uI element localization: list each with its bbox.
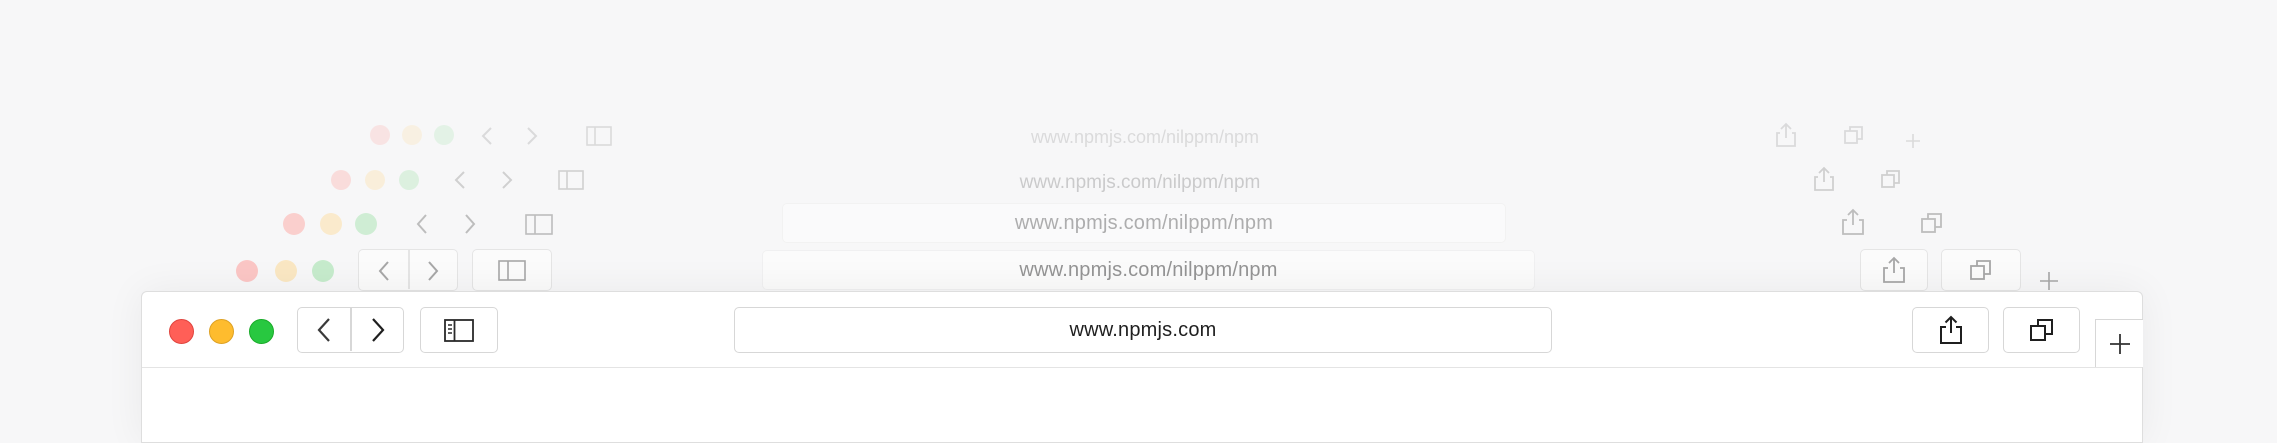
browser-window: www.npmjs.com xyxy=(141,291,2143,443)
zoom-button[interactable] xyxy=(249,319,274,344)
minimize-button[interactable] xyxy=(209,319,234,344)
tabs-overview-icon xyxy=(1844,126,1863,144)
zoom-dot xyxy=(355,213,377,235)
tabs-overview-button xyxy=(1941,249,2021,291)
address-text: www.npmjs.com/nilppm/npm xyxy=(1030,127,1260,147)
close-dot xyxy=(283,213,305,235)
minimize-dot xyxy=(275,260,297,282)
sidebar-icon xyxy=(444,318,474,342)
minimize-dot xyxy=(320,213,342,235)
chevron-left-icon xyxy=(416,214,427,234)
address-text: www.npmjs.com/nilppm/npm xyxy=(1019,172,1261,193)
plus-icon xyxy=(2040,272,2058,290)
share-icon xyxy=(1776,122,1796,147)
browser-toolbar: www.npmjs.com xyxy=(142,292,2142,368)
share-icon xyxy=(1814,166,1834,191)
forward-button[interactable] xyxy=(352,308,403,351)
address-bar: www.npmjs.com/nilppm/npm xyxy=(782,203,1506,243)
tabs-overview-icon xyxy=(1921,213,1942,233)
plus-icon xyxy=(1906,134,1920,148)
address-bar: www.npmjs.com/nilppm/npm xyxy=(762,250,1535,290)
back-forward-buttons xyxy=(358,249,458,291)
tabs-overview-icon xyxy=(2029,319,2053,341)
share-button[interactable] xyxy=(1912,307,1989,353)
sidebar-button xyxy=(472,249,552,291)
address-text: www.npmjs.com xyxy=(1069,318,1217,341)
plus-icon xyxy=(2109,333,2130,354)
zoom-dot xyxy=(312,260,334,282)
address-text: www.npmjs.com/nilppm/npm xyxy=(1014,211,1274,234)
stacked-window-ghost-3: www.npmjs.com/nilppm/npm xyxy=(260,200,2020,250)
chevron-right-icon xyxy=(465,214,476,234)
address-text: www.npmjs.com/nilppm/npm xyxy=(1019,258,1278,281)
sidebar-button[interactable] xyxy=(420,307,498,353)
address-bar[interactable]: www.npmjs.com xyxy=(734,307,1552,353)
share-icon xyxy=(1939,315,1962,344)
back-forward-buttons xyxy=(297,307,404,353)
chevron-left-icon xyxy=(378,261,389,281)
close-dot xyxy=(236,260,258,282)
tabs-overview-icon xyxy=(1970,260,1991,280)
sidebar-icon xyxy=(498,259,526,281)
tabs-overview-button[interactable] xyxy=(2003,307,2080,353)
back-button[interactable] xyxy=(298,308,350,351)
chevron-right-icon xyxy=(371,317,384,342)
chevron-left-icon xyxy=(317,317,330,342)
close-button[interactable] xyxy=(169,319,194,344)
tabs-overview-icon xyxy=(1881,170,1900,188)
chevron-right-icon xyxy=(428,261,439,281)
share-button xyxy=(1860,249,1928,291)
new-tab-button[interactable] xyxy=(2095,319,2143,367)
share-icon xyxy=(1883,256,1905,283)
stacked-window-ghost-4: www.npmjs.com/nilppm/npm xyxy=(212,246,2074,294)
sidebar-icon xyxy=(525,214,553,235)
share-icon xyxy=(1842,208,1864,235)
